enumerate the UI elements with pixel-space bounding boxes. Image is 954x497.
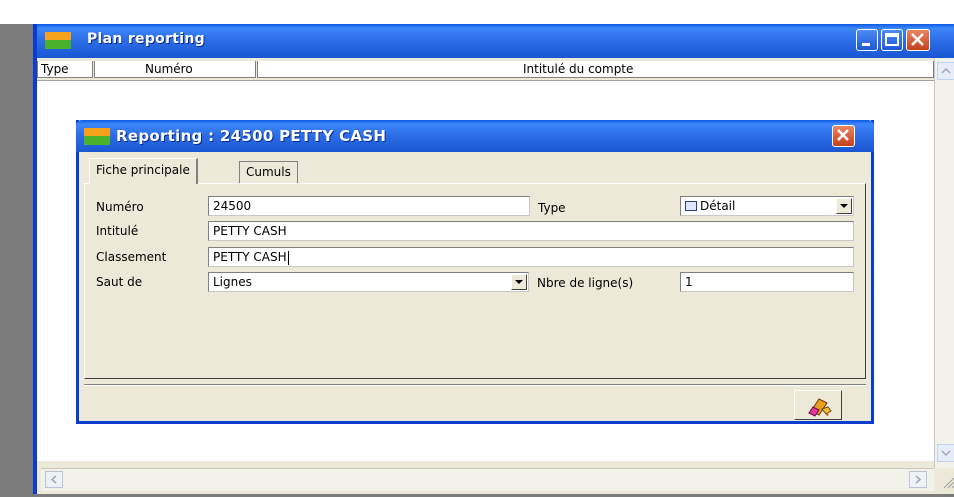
arrow-up-icon [941, 67, 951, 74]
dialog-close-button[interactable] [832, 125, 855, 147]
resize-grip-icon [943, 477, 954, 489]
size-grip[interactable] [934, 468, 954, 494]
close-button[interactable] [906, 29, 930, 51]
column-header-row: Type Numéro Intitulé du compte [37, 58, 934, 81]
saut-select[interactable]: Lignes [208, 272, 529, 292]
arrow-right-icon [915, 475, 922, 484]
arrow-left-icon [50, 475, 57, 484]
minimize-button[interactable] [856, 29, 878, 51]
numero-field[interactable]: 24500 [208, 196, 530, 216]
saut-dropdown-button[interactable] [511, 274, 527, 290]
dialog-app-icon [84, 128, 110, 145]
intitule-field[interactable]: PETTY CASH [208, 221, 854, 241]
vertical-scrollbar[interactable] [934, 58, 954, 494]
maximize-button[interactable] [881, 29, 903, 51]
scroll-up-button[interactable] [937, 62, 954, 80]
arrow-down-icon [941, 450, 951, 457]
dialog-title-bar[interactable]: Reporting : 24500 PETTY CASH [76, 120, 874, 152]
numero-label: Numéro [96, 200, 144, 214]
bottom-separator [84, 384, 866, 386]
intitule-label: Intitulé [96, 224, 139, 238]
type-select[interactable]: Détail [680, 196, 854, 216]
type-dropdown-button[interactable] [836, 198, 852, 214]
dialog-title: Reporting : 24500 PETTY CASH [116, 127, 387, 145]
horizontal-scrollbar[interactable] [41, 468, 934, 491]
type-label: Type [538, 201, 566, 215]
minimize-icon [862, 43, 870, 46]
reporting-dialog: Reporting : 24500 PETTY CASH Fiche princ… [76, 120, 874, 424]
classement-field[interactable]: PETTY CASH [208, 247, 854, 267]
close-icon [911, 33, 924, 46]
nbre-lignes-label: Nbre de ligne(s) [537, 276, 634, 290]
tab-fiche-principale[interactable]: Fiche principale [89, 158, 198, 184]
maximize-icon [885, 33, 899, 46]
column-type[interactable]: Type [37, 61, 93, 78]
type-select-value: Détail [700, 199, 736, 213]
saut-select-value: Lignes [213, 275, 252, 289]
scroll-down-button[interactable] [937, 444, 954, 462]
desktop-strip [0, 0, 954, 24]
text-cursor [287, 250, 289, 265]
close-icon [837, 129, 849, 141]
scroll-left-button[interactable] [45, 471, 63, 488]
title-bar[interactable]: Plan reporting [37, 24, 954, 58]
validate-button[interactable] [794, 390, 842, 420]
nbre-lignes-field[interactable]: 1 [680, 272, 854, 292]
classement-field-value: PETTY CASH [213, 250, 287, 264]
fiche-principale-panel: Numéro 24500 Type Détail Intitulé PETTY … [84, 183, 866, 379]
saut-label: Saut de [96, 275, 143, 289]
tab-cumuls[interactable]: Cumuls [239, 161, 298, 183]
detail-list-icon [685, 201, 697, 211]
column-numero[interactable]: Numéro [94, 61, 256, 78]
app-icon [45, 32, 71, 49]
eraser-hand-icon [808, 398, 832, 417]
column-intitule[interactable]: Intitulé du compte [257, 61, 934, 78]
scroll-right-button[interactable] [909, 471, 927, 488]
classement-label: Classement [96, 250, 167, 264]
window-title: Plan reporting [87, 31, 205, 47]
